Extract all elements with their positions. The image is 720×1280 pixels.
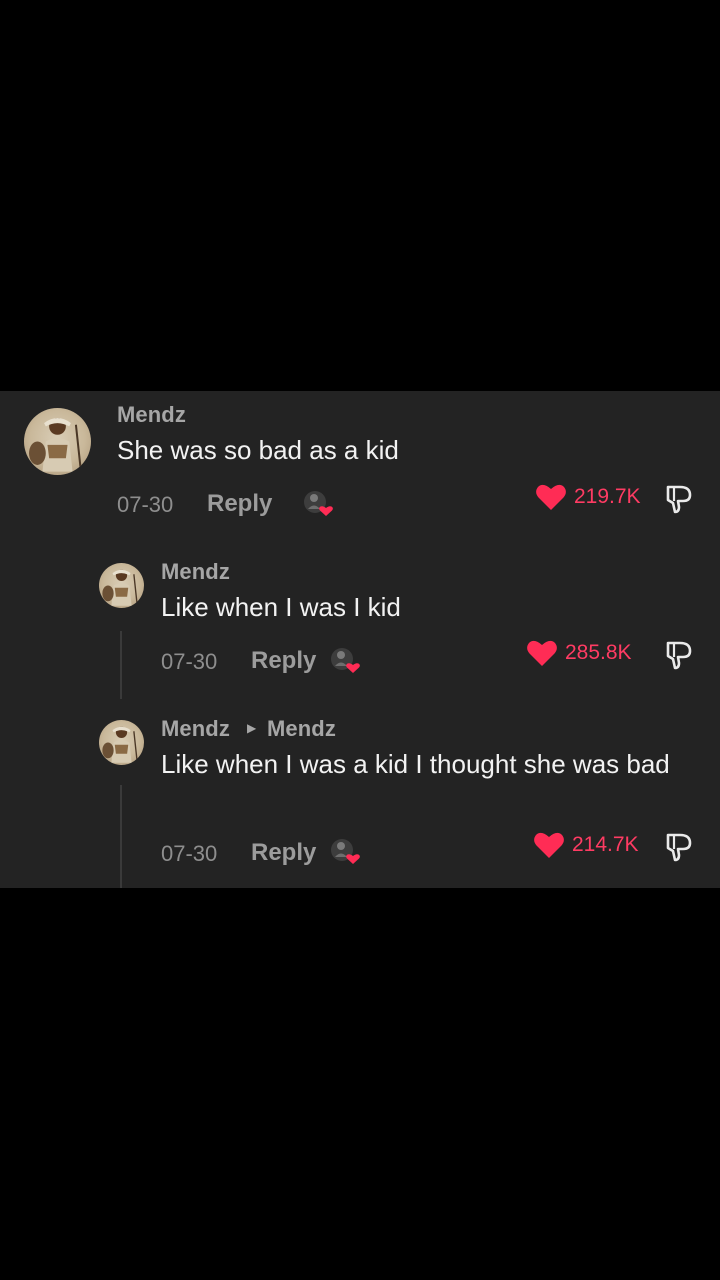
username[interactable]: Mendz — [161, 559, 230, 585]
reply-to-username[interactable]: Mendz — [267, 716, 336, 742]
comment-text: Like when I was I kid — [161, 592, 401, 622]
comments-panel: Mendz She was so bad as a kid 07-30 Repl… — [0, 391, 720, 888]
comment-date: 07-30 — [117, 492, 174, 517]
dislike-icon[interactable] — [664, 831, 694, 863]
dislike-icon[interactable] — [664, 483, 694, 515]
creator-liked-icon — [327, 644, 361, 678]
like-count: 214.7K — [572, 833, 639, 856]
thread-line — [120, 785, 122, 888]
comment-text: She was so bad as a kid — [117, 435, 399, 465]
avatar[interactable] — [24, 408, 91, 475]
dislike-icon[interactable] — [664, 639, 694, 671]
heart-icon[interactable] — [533, 831, 565, 864]
like-count: 219.7K — [574, 485, 641, 508]
creator-liked-icon — [327, 835, 361, 869]
comment-date: 07-30 — [161, 841, 218, 866]
like-count: 285.8K — [565, 641, 632, 664]
username[interactable]: Mendz — [161, 716, 230, 742]
username[interactable]: Mendz — [117, 402, 186, 428]
comment-date: 07-30 — [161, 649, 218, 674]
caret-right-icon: ▶ — [247, 721, 257, 735]
comment-text: Like when I was a kid I thought she was … — [161, 749, 670, 779]
reply-button[interactable]: Reply — [251, 647, 316, 675]
creator-liked-icon — [300, 487, 334, 521]
reply-button[interactable]: Reply — [251, 839, 316, 867]
avatar[interactable] — [99, 720, 144, 765]
heart-icon[interactable] — [526, 639, 558, 672]
heart-icon[interactable] — [535, 483, 567, 516]
thread-line — [120, 631, 122, 699]
reply-button[interactable]: Reply — [207, 490, 272, 518]
avatar[interactable] — [99, 563, 144, 608]
